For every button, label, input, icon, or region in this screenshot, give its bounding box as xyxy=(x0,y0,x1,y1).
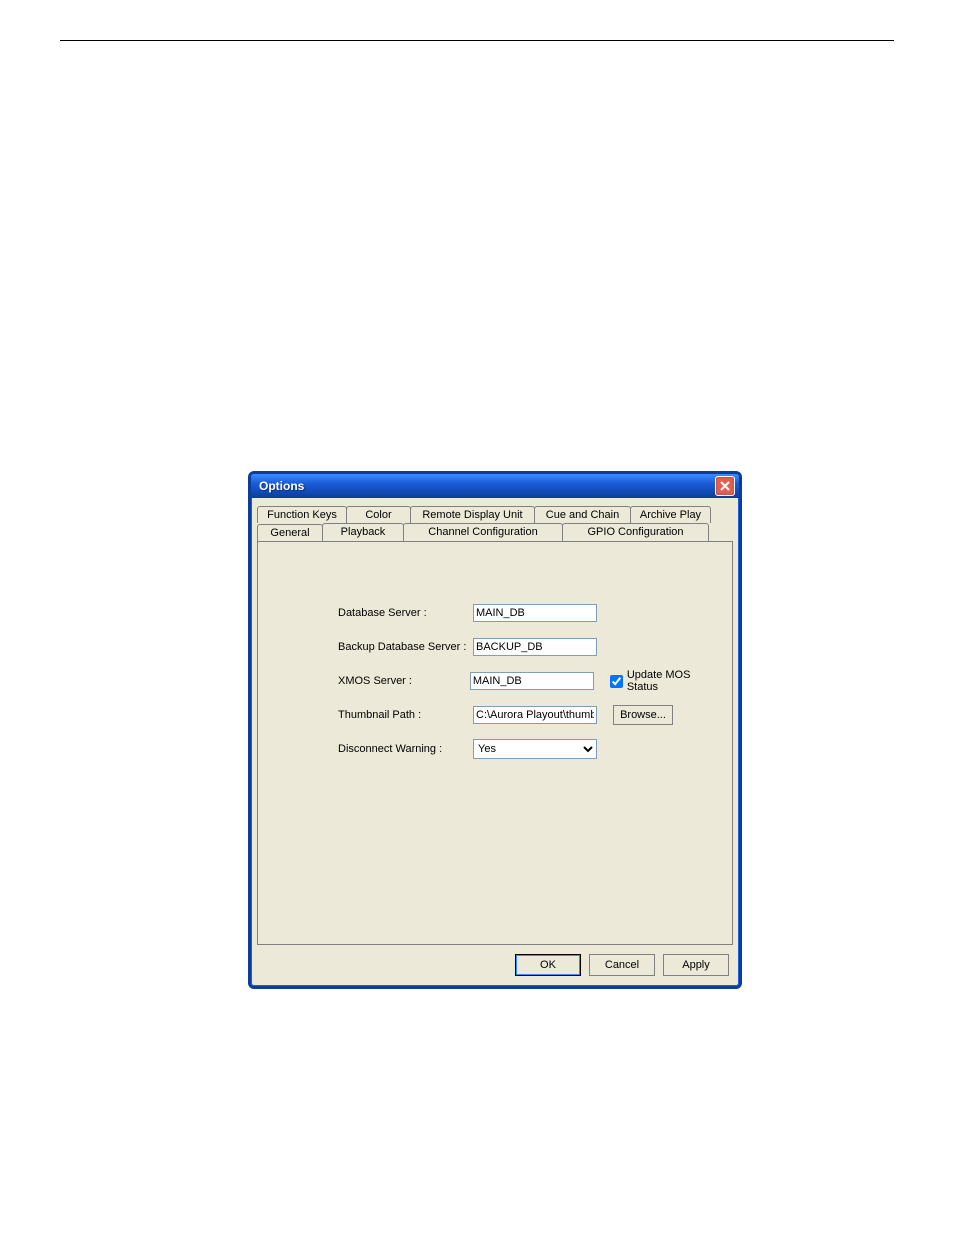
tab-gpio-configuration[interactable]: GPIO Configuration xyxy=(562,523,709,541)
tab-channel-configuration[interactable]: Channel Configuration xyxy=(403,523,563,541)
label-update-mos-status: Update MOS Status xyxy=(627,669,722,693)
tab-archive-play[interactable]: Archive Play xyxy=(630,506,711,523)
window-title: Options xyxy=(259,479,715,493)
page-rule xyxy=(60,40,894,41)
tab-remote-display-unit[interactable]: Remote Display Unit xyxy=(410,506,535,523)
dialog-button-bar: OK Cancel Apply xyxy=(515,954,729,976)
checkbox-update-mos-status-wrap[interactable]: Update MOS Status xyxy=(610,669,722,693)
label-database-server: Database Server : xyxy=(268,607,473,619)
cancel-button[interactable]: Cancel xyxy=(589,954,655,976)
input-xmos-server[interactable] xyxy=(470,672,594,690)
tab-function-keys[interactable]: Function Keys xyxy=(257,506,347,523)
label-thumbnail-path: Thumbnail Path : xyxy=(268,709,473,721)
input-database-server[interactable] xyxy=(473,604,597,622)
label-xmos-server: XMOS Server : xyxy=(268,675,470,687)
apply-button[interactable]: Apply xyxy=(663,954,729,976)
tab-general[interactable]: General xyxy=(257,524,323,542)
tab-playback[interactable]: Playback xyxy=(322,523,404,541)
input-thumbnail-path[interactable] xyxy=(473,706,597,724)
close-button[interactable] xyxy=(715,476,735,496)
label-disconnect-warning: Disconnect Warning : xyxy=(268,743,473,755)
title-bar: Options xyxy=(251,474,739,498)
browse-button[interactable]: Browse... xyxy=(613,705,673,725)
close-icon xyxy=(720,481,730,491)
ok-button[interactable]: OK xyxy=(515,954,581,976)
tab-strip: Function Keys Color Remote Display Unit … xyxy=(257,506,733,541)
options-dialog: Options Function Keys Color Remote Displ… xyxy=(248,471,742,989)
input-backup-database-server[interactable] xyxy=(473,638,597,656)
label-backup-database-server: Backup Database Server : xyxy=(268,641,473,653)
select-disconnect-warning[interactable]: Yes xyxy=(473,739,597,759)
tab-color[interactable]: Color xyxy=(346,506,411,523)
tab-cue-and-chain[interactable]: Cue and Chain xyxy=(534,506,631,523)
checkbox-update-mos-status[interactable] xyxy=(610,675,623,688)
tab-panel-general: Database Server : Backup Database Server… xyxy=(257,541,733,945)
